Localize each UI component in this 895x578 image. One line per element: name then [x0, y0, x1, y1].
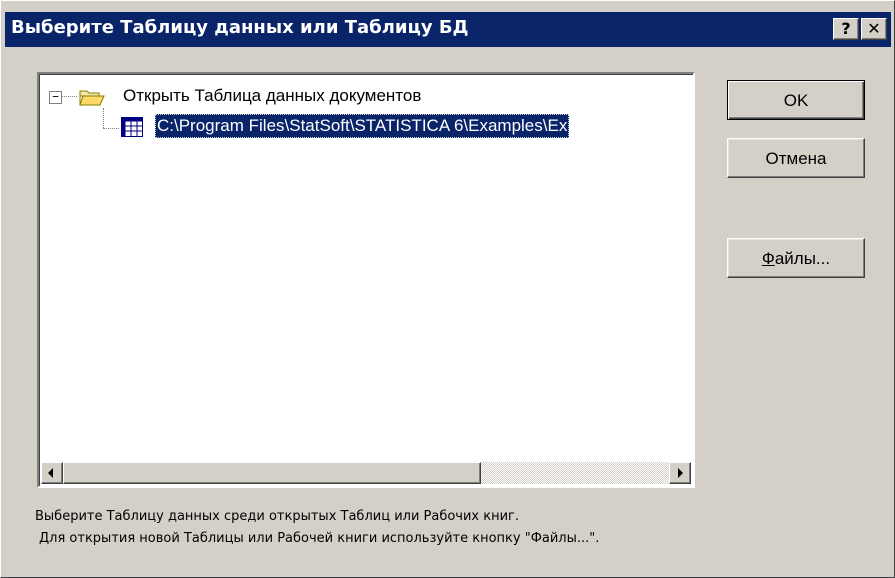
window-title: Выберите Таблицу данных или Таблицу БД: [11, 17, 469, 38]
horizontal-scrollbar[interactable]: [41, 462, 691, 484]
hint-text-line2: Для открытия новой Таблицы или Рабочей к…: [39, 531, 600, 546]
close-icon: ✕: [867, 19, 881, 38]
dialog-window: Выберите Таблицу данных или Таблицу БД ?…: [0, 0, 895, 578]
help-button[interactable]: ?: [833, 18, 859, 40]
files-label: айлы...: [774, 248, 831, 268]
tree-connector: [61, 96, 77, 97]
collapse-icon[interactable]: −: [49, 91, 62, 104]
scroll-thumb[interactable]: [63, 462, 481, 484]
files-mnemonic: Ф: [761, 248, 775, 268]
arrow-right-icon: [678, 468, 683, 478]
ok-button[interactable]: OK: [727, 80, 865, 120]
cancel-button[interactable]: Отмена: [727, 138, 865, 178]
hint-text-line1: Выберите Таблицу данных среди открытых Т…: [35, 509, 520, 524]
title-bar[interactable]: Выберите Таблицу данных или Таблицу БД ?…: [5, 12, 891, 47]
scroll-left-button[interactable]: [41, 462, 63, 484]
tree-item-label: C:\Program Files\StatSoft\STATISTICA 6\E…: [155, 114, 570, 138]
arrow-left-icon: [48, 468, 53, 478]
scroll-right-button[interactable]: [669, 462, 691, 484]
tree-root-label: Открыть Таблица данных документов: [123, 86, 422, 105]
close-button[interactable]: ✕: [861, 18, 887, 40]
tree-item[interactable]: C:\Program Files\StatSoft\STATISTICA 6\E…: [39, 114, 693, 140]
spreadsheet-icon: [121, 117, 143, 137]
spreadsheet-tree[interactable]: − Открыть Таблица данных документов C:\P…: [37, 72, 695, 488]
help-icon: ?: [841, 19, 851, 38]
open-folder-icon: [79, 90, 105, 106]
files-button[interactable]: Файлы...: [727, 238, 865, 278]
